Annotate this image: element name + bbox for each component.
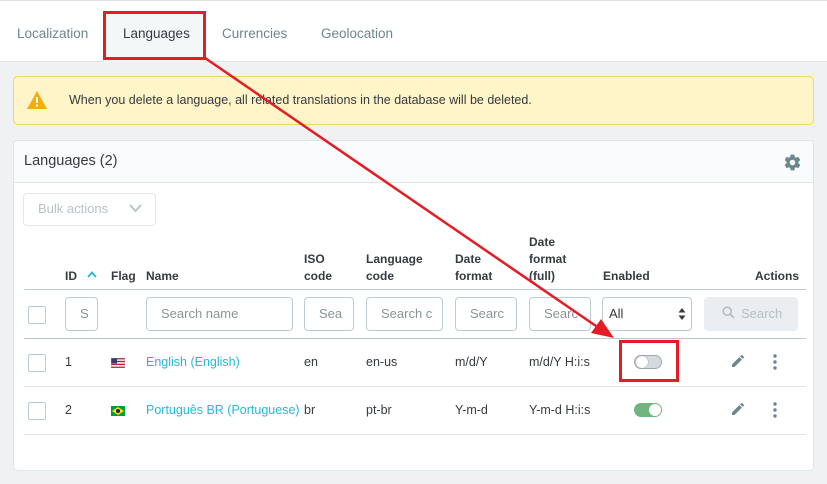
kebab-icon[interactable] <box>773 354 777 370</box>
header-divider <box>24 289 806 290</box>
row-language-code: en-us <box>366 355 398 369</box>
kebab-icon[interactable] <box>773 402 777 418</box>
enabled-filter-value: All <box>609 306 624 321</box>
row-checkbox[interactable] <box>28 402 46 420</box>
select-arrows-icon <box>678 308 686 320</box>
date-format-full-filter-input[interactable]: Searc <box>529 297 591 331</box>
column-header-date-format[interactable]: Date format <box>455 251 492 285</box>
tab-geolocation[interactable]: Geolocation <box>321 26 393 41</box>
enabled-toggle[interactable] <box>634 403 662 417</box>
sort-up-icon[interactable] <box>87 271 97 278</box>
row-date-format: m/d/Y <box>455 355 488 369</box>
annotation-box-languages-tab <box>103 11 206 60</box>
pencil-icon[interactable] <box>730 401 746 417</box>
column-header-id[interactable]: ID <box>65 268 77 285</box>
column-header-language-code[interactable]: Language code <box>366 251 423 285</box>
language-name-link[interactable]: English (English) <box>146 355 240 369</box>
language-code-filter-input[interactable]: Search c <box>366 297 443 331</box>
us-flag-icon <box>111 358 125 368</box>
row-divider <box>24 386 806 387</box>
column-header-date-format-full[interactable]: Date format (full) <box>529 234 566 285</box>
chevron-down-icon <box>129 204 142 213</box>
column-header-actions: Actions <box>755 269 800 283</box>
iso-code-filter-input[interactable]: Sea <box>304 297 354 331</box>
id-filter-input[interactable]: S <box>65 297 98 331</box>
column-header-enabled[interactable]: Enabled <box>603 268 650 285</box>
tab-currencies[interactable]: Currencies <box>222 26 287 41</box>
card-header <box>14 141 813 183</box>
tab-localization[interactable]: Localization <box>17 26 88 41</box>
alert-message: When you delete a language, all related … <box>69 93 532 107</box>
row-id: 1 <box>65 355 72 369</box>
search-button-label: Search <box>741 306 783 321</box>
name-filter-input[interactable]: Search name <box>146 297 293 331</box>
row-date-format-full: Y-m-d H:i:s <box>529 403 591 417</box>
warning-icon <box>27 91 47 109</box>
row-iso-code: br <box>304 403 316 417</box>
column-header-iso-code[interactable]: ISO code <box>304 251 332 285</box>
annotation-box-enabled-toggle <box>619 340 679 382</box>
language-name-link[interactable]: Português BR (Portuguese) <box>146 403 300 417</box>
column-header-name[interactable]: Name <box>146 268 179 285</box>
row-date-format: Y-m-d <box>455 403 488 417</box>
br-flag-icon <box>111 406 125 416</box>
row-language-code: pt-br <box>366 403 392 417</box>
row-iso-code: en <box>304 355 318 369</box>
row-checkbox[interactable] <box>28 354 46 372</box>
row-date-format-full: m/d/Y H:i:s <box>529 355 590 369</box>
date-format-filter-input[interactable]: Searc <box>455 297 517 331</box>
gear-icon[interactable] <box>783 153 802 172</box>
search-icon <box>722 306 735 319</box>
column-header-flag: Flag <box>111 269 136 283</box>
select-all-checkbox[interactable] <box>28 306 46 324</box>
row-id: 2 <box>65 403 72 417</box>
pencil-icon[interactable] <box>730 353 746 369</box>
card-title: Languages (2) <box>24 153 118 169</box>
bulk-actions-label: Bulk actions <box>38 201 109 216</box>
row-divider <box>24 434 806 435</box>
filter-divider <box>24 338 806 339</box>
